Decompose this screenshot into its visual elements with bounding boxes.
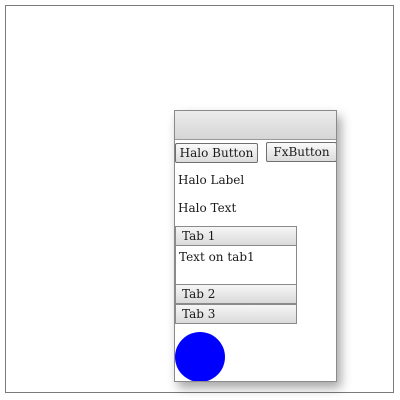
tab-2-header[interactable]: Tab 2 — [175, 284, 297, 304]
tab-1-content: Text on tab1 — [175, 246, 297, 284]
window-titlebar[interactable] — [175, 111, 336, 140]
halo-button[interactable]: Halo Button — [175, 143, 258, 163]
halo-text: Halo Text — [178, 201, 237, 215]
fx-button[interactable]: FxButton — [266, 142, 336, 162]
app-window: Halo Button FxButton Halo Label Halo Tex… — [174, 110, 337, 382]
tab-1-header[interactable]: Tab 1 — [175, 226, 297, 246]
halo-label: Halo Label — [178, 173, 245, 187]
tab-3-header[interactable]: Tab 3 — [175, 304, 297, 324]
blue-circle — [175, 332, 225, 381]
stage-canvas: Halo Button FxButton Halo Label Halo Tex… — [5, 5, 394, 393]
